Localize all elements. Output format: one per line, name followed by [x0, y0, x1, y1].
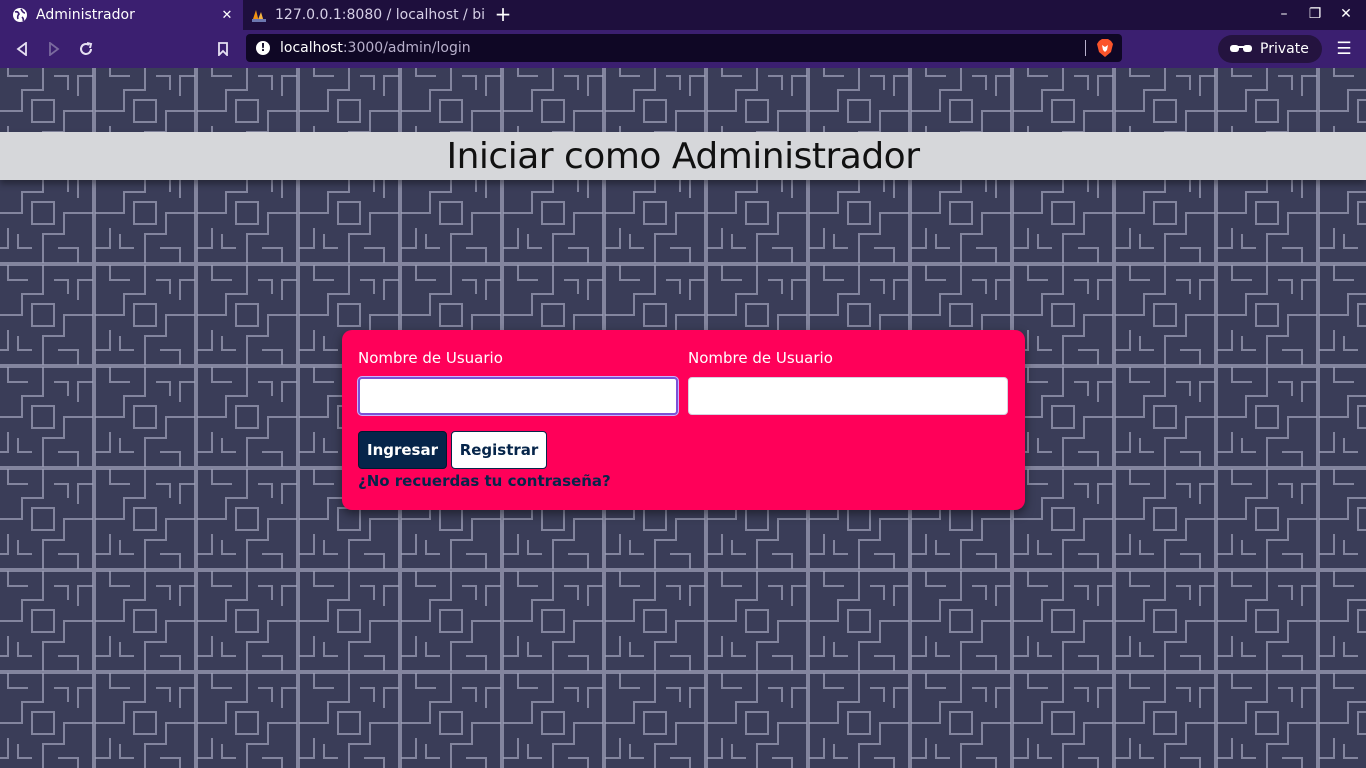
back-icon[interactable] — [10, 37, 34, 61]
username-input[interactable] — [358, 377, 678, 415]
login-button[interactable]: Ingresar — [358, 431, 447, 469]
url-text[interactable]: localhost:3000/admin/login — [280, 40, 1085, 56]
reload-icon[interactable] — [74, 37, 98, 61]
page-viewport: Iniciar como Administrador Nombre de Usu… — [0, 68, 1366, 768]
password-input[interactable] — [688, 377, 1008, 415]
address-bar[interactable]: ! localhost:3000/admin/login — [246, 34, 1122, 62]
tab-title: 127.0.0.1:8080 / localhost / bib — [275, 7, 484, 23]
browser-toolbar: ! localhost:3000/admin/login Private ☰ — [0, 30, 1366, 68]
tab-phpmyadmin[interactable]: 127.0.0.1:8080 / localhost / bib — [244, 0, 484, 30]
private-label: Private — [1260, 41, 1309, 57]
sunglasses-icon — [1230, 45, 1252, 52]
url-divider — [1085, 40, 1086, 56]
phpmyadmin-icon — [252, 10, 266, 22]
login-card: Nombre de Usuario Nombre de Usuario Ingr… — [342, 330, 1025, 510]
browser-tab-bar: Administrador ✕ 127.0.0.1:8080 / localho… — [0, 0, 1366, 30]
brave-shield-icon[interactable] — [1096, 38, 1114, 58]
maximize-icon[interactable]: ❐ — [1305, 4, 1325, 24]
hamburger-menu-icon[interactable]: ☰ — [1334, 37, 1354, 61]
globe-icon — [13, 8, 27, 22]
register-button[interactable]: Registrar — [451, 431, 547, 469]
close-window-icon[interactable]: ✕ — [1336, 4, 1356, 24]
forward-icon[interactable] — [42, 37, 66, 61]
private-window-badge[interactable]: Private — [1218, 35, 1322, 63]
page-title: Iniciar como Administrador — [446, 135, 920, 177]
site-info-icon[interactable]: ! — [256, 41, 270, 55]
minimize-icon[interactable]: – — [1274, 4, 1294, 24]
tab-administrador[interactable]: Administrador ✕ — [0, 0, 243, 30]
forgot-password-link[interactable]: ¿No recuerdas tu contraseña? — [358, 472, 611, 490]
page-title-banner: Iniciar como Administrador — [0, 132, 1366, 180]
bookmark-icon[interactable] — [211, 37, 235, 61]
tab-title: Administrador — [36, 7, 135, 23]
username-label: Nombre de Usuario — [358, 349, 503, 367]
second-field-label: Nombre de Usuario — [688, 349, 833, 367]
new-tab-button[interactable]: + — [492, 3, 514, 27]
tab-close-icon[interactable]: ✕ — [217, 8, 237, 23]
